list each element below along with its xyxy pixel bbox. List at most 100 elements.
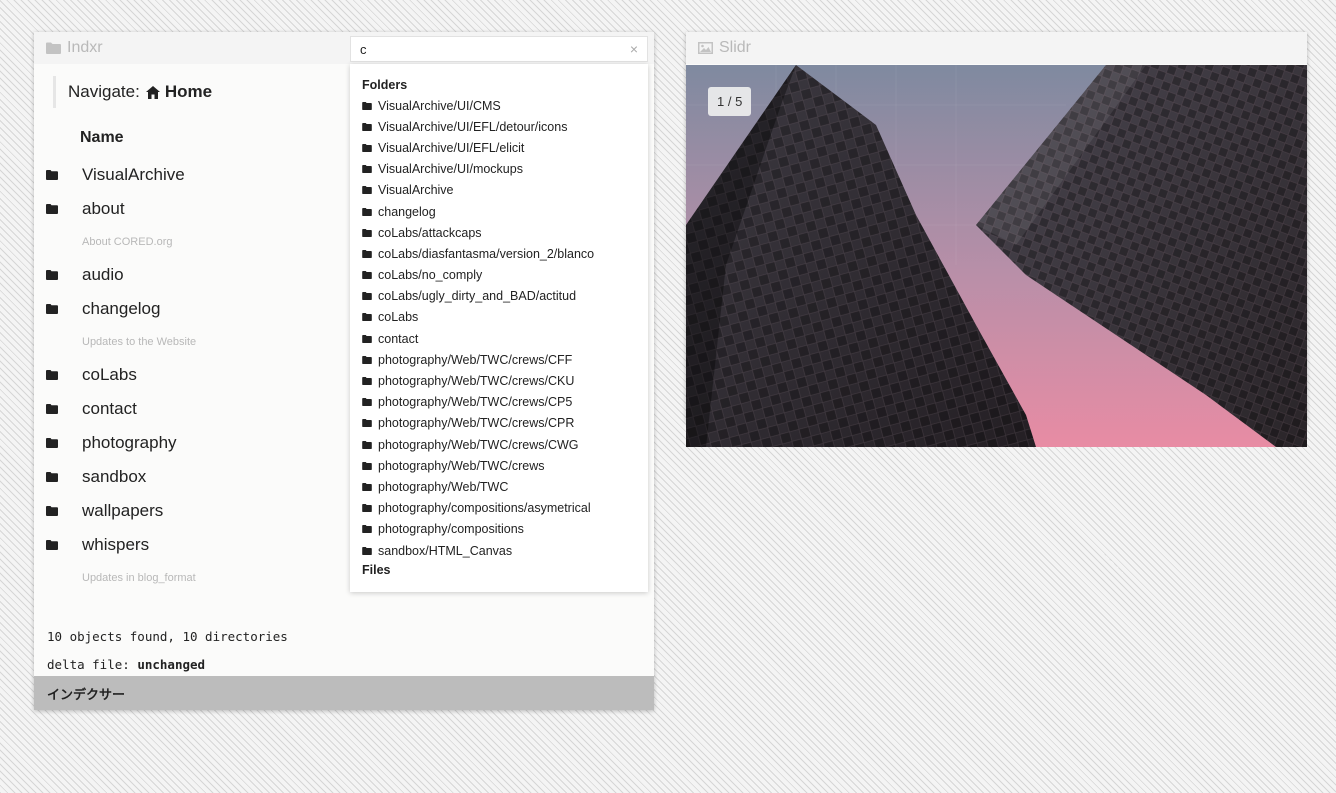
search-result-item[interactable]: VisualArchive/UI/EFL/elicit — [362, 137, 648, 158]
search-result-item[interactable]: photography/Web/TWC/crews/CPR — [362, 413, 648, 434]
folder-icon — [46, 472, 58, 482]
home-label: Home — [164, 82, 213, 101]
indxr-footer: インデクサー — [34, 676, 654, 710]
folder-icon — [362, 419, 372, 428]
slide-counter: 1 / 5 — [708, 87, 752, 116]
search-result-item[interactable]: photography/Web/TWC/crews/CP5 — [362, 392, 648, 413]
search-result-label: coLabs/attackcaps — [378, 225, 482, 240]
search-result-item[interactable]: photography/Web/TWC/crews — [362, 455, 648, 476]
directory-item-label: contact — [82, 399, 137, 418]
search-result-item[interactable]: photography/Web/TWC/crews/CKU — [362, 370, 648, 391]
search-result-label: coLabs/ugly_dirty_and_BAD/actitud — [378, 289, 577, 304]
directory-item-label: whispers — [82, 535, 150, 554]
folder-icon — [46, 438, 58, 448]
search-result-item[interactable]: VisualArchive — [362, 180, 648, 201]
directory-item-label: coLabs — [82, 365, 137, 384]
directory-item-label: sandbox — [82, 467, 147, 486]
directory-item-audio[interactable]: audio — [46, 258, 346, 292]
directory-item-label: about — [82, 199, 125, 218]
folder-icon — [362, 355, 372, 364]
search-result-item[interactable]: changelog — [362, 201, 648, 222]
folder-icon — [362, 101, 372, 110]
slide-image[interactable] — [686, 65, 1307, 447]
directory-item-sandbox[interactable]: sandbox — [46, 460, 346, 494]
search-result-item[interactable]: sandbox/HTML_Canvas — [362, 540, 648, 561]
files-group-header: Files — [362, 563, 391, 578]
folder-icon — [362, 398, 372, 407]
search-result-label: VisualArchive/UI/EFL/elicit — [378, 140, 525, 155]
search-result-item[interactable]: coLabs/no_comply — [362, 265, 648, 286]
search-result-item[interactable]: coLabs/ugly_dirty_and_BAD/actitud — [362, 286, 648, 307]
search-input[interactable] — [360, 41, 630, 57]
folder-icon — [362, 313, 372, 322]
folders-group-header: Folders — [362, 78, 408, 92]
search-box[interactable]: × — [350, 36, 648, 62]
home-link[interactable]: Home — [145, 82, 213, 102]
folder-results: VisualArchive/UI/CMS VisualArchive/UI/EFL… — [362, 95, 648, 561]
folder-icon — [46, 270, 58, 280]
folder-icon — [362, 482, 372, 491]
folder-icon — [362, 143, 372, 152]
search-result-item[interactable]: contact — [362, 328, 648, 349]
folder-icon — [46, 204, 58, 214]
search-result-label: photography/compositions — [378, 522, 524, 537]
search-result-label: VisualArchive — [378, 183, 454, 198]
search-result-label: photography/Web/TWC/crews — [378, 458, 545, 473]
directory-item-about[interactable]: about — [46, 192, 346, 226]
search-result-label: photography/Web/TWC/crews/CP5 — [378, 395, 573, 410]
search-result-label: photography/Web/TWC/crews/CPR — [378, 416, 575, 431]
directory-item-wallpapers[interactable]: wallpapers — [46, 494, 346, 528]
search-result-item[interactable]: coLabs — [362, 307, 648, 328]
search-results-dropdown: Folders VisualArchive/UI/CMS VisualArchiv… — [350, 64, 648, 592]
folder-icon — [46, 304, 58, 314]
search-result-label: VisualArchive/UI/EFL/detour/icons — [378, 119, 568, 134]
folder-icon — [362, 377, 372, 386]
search-result-item[interactable]: VisualArchive/UI/CMS — [362, 95, 648, 116]
search-result-item[interactable]: coLabs/attackcaps — [362, 222, 648, 243]
directory-item-visualarchive[interactable]: VisualArchive — [46, 158, 346, 192]
directory-item-photography[interactable]: photography — [46, 426, 346, 460]
folder-icon — [46, 540, 58, 550]
directory-description: Updates to the Website — [82, 336, 197, 348]
search-result-item[interactable]: coLabs/diasfantasma/version_2/blanco — [362, 243, 648, 264]
search-result-label: photography/compositions/asymetrical — [378, 501, 591, 516]
search-result-item[interactable]: photography/compositions/asymetrical — [362, 498, 648, 519]
folder-icon — [46, 506, 58, 516]
directory-item-whispers[interactable]: whispers — [46, 528, 346, 562]
name-column-header[interactable]: Name — [80, 129, 124, 147]
folder-icon — [362, 165, 372, 174]
directory-item-label: VisualArchive — [82, 165, 185, 184]
folder-icon — [362, 546, 372, 555]
folder-icon — [46, 404, 58, 414]
directory-item-contact[interactable]: contact — [46, 392, 346, 426]
directory-item-label: changelog — [82, 299, 161, 318]
directory-item-label: wallpapers — [82, 501, 164, 520]
status-area: 10 objects found, 10 directories delta f… — [47, 622, 288, 678]
search-result-label: photography/Web/TWC/crews/CFF — [378, 352, 573, 367]
folder-icon — [362, 122, 372, 131]
home-icon — [145, 85, 160, 99]
search-result-label: photography/Web/TWC — [378, 479, 509, 494]
breadcrumb: Navigate: Home — [53, 76, 212, 108]
search-result-item[interactable]: photography/Web/TWC — [362, 476, 648, 497]
directory-item-changelog[interactable]: changelog — [46, 292, 346, 326]
folder-icon — [362, 504, 372, 513]
close-icon[interactable]: × — [630, 41, 638, 57]
search-result-label: coLabs/diasfantasma/version_2/blanco — [378, 246, 595, 261]
search-result-label: contact — [378, 331, 419, 346]
search-result-item[interactable]: photography/compositions — [362, 519, 648, 540]
slidr-title: Slidr — [719, 39, 752, 56]
folder-icon — [362, 228, 372, 237]
search-result-label: VisualArchive/UI/CMS — [378, 98, 501, 113]
directory-item-colabs[interactable]: coLabs — [46, 358, 346, 392]
search-result-item[interactable]: VisualArchive/UI/EFL/detour/icons — [362, 116, 648, 137]
search-result-item[interactable]: VisualArchive/UI/mockups — [362, 159, 648, 180]
search-result-item[interactable]: photography/Web/TWC/crews/CFF — [362, 349, 648, 370]
search-result-label: coLabs — [378, 310, 419, 325]
slidr-header: Slidr — [686, 32, 1307, 64]
search-result-item[interactable]: photography/Web/TWC/crews/CWG — [362, 434, 648, 455]
folder-icon — [46, 370, 58, 380]
folder-icon — [362, 186, 372, 195]
folder-icon — [362, 207, 372, 216]
search-result-label: photography/Web/TWC/crews/CKU — [378, 374, 575, 389]
